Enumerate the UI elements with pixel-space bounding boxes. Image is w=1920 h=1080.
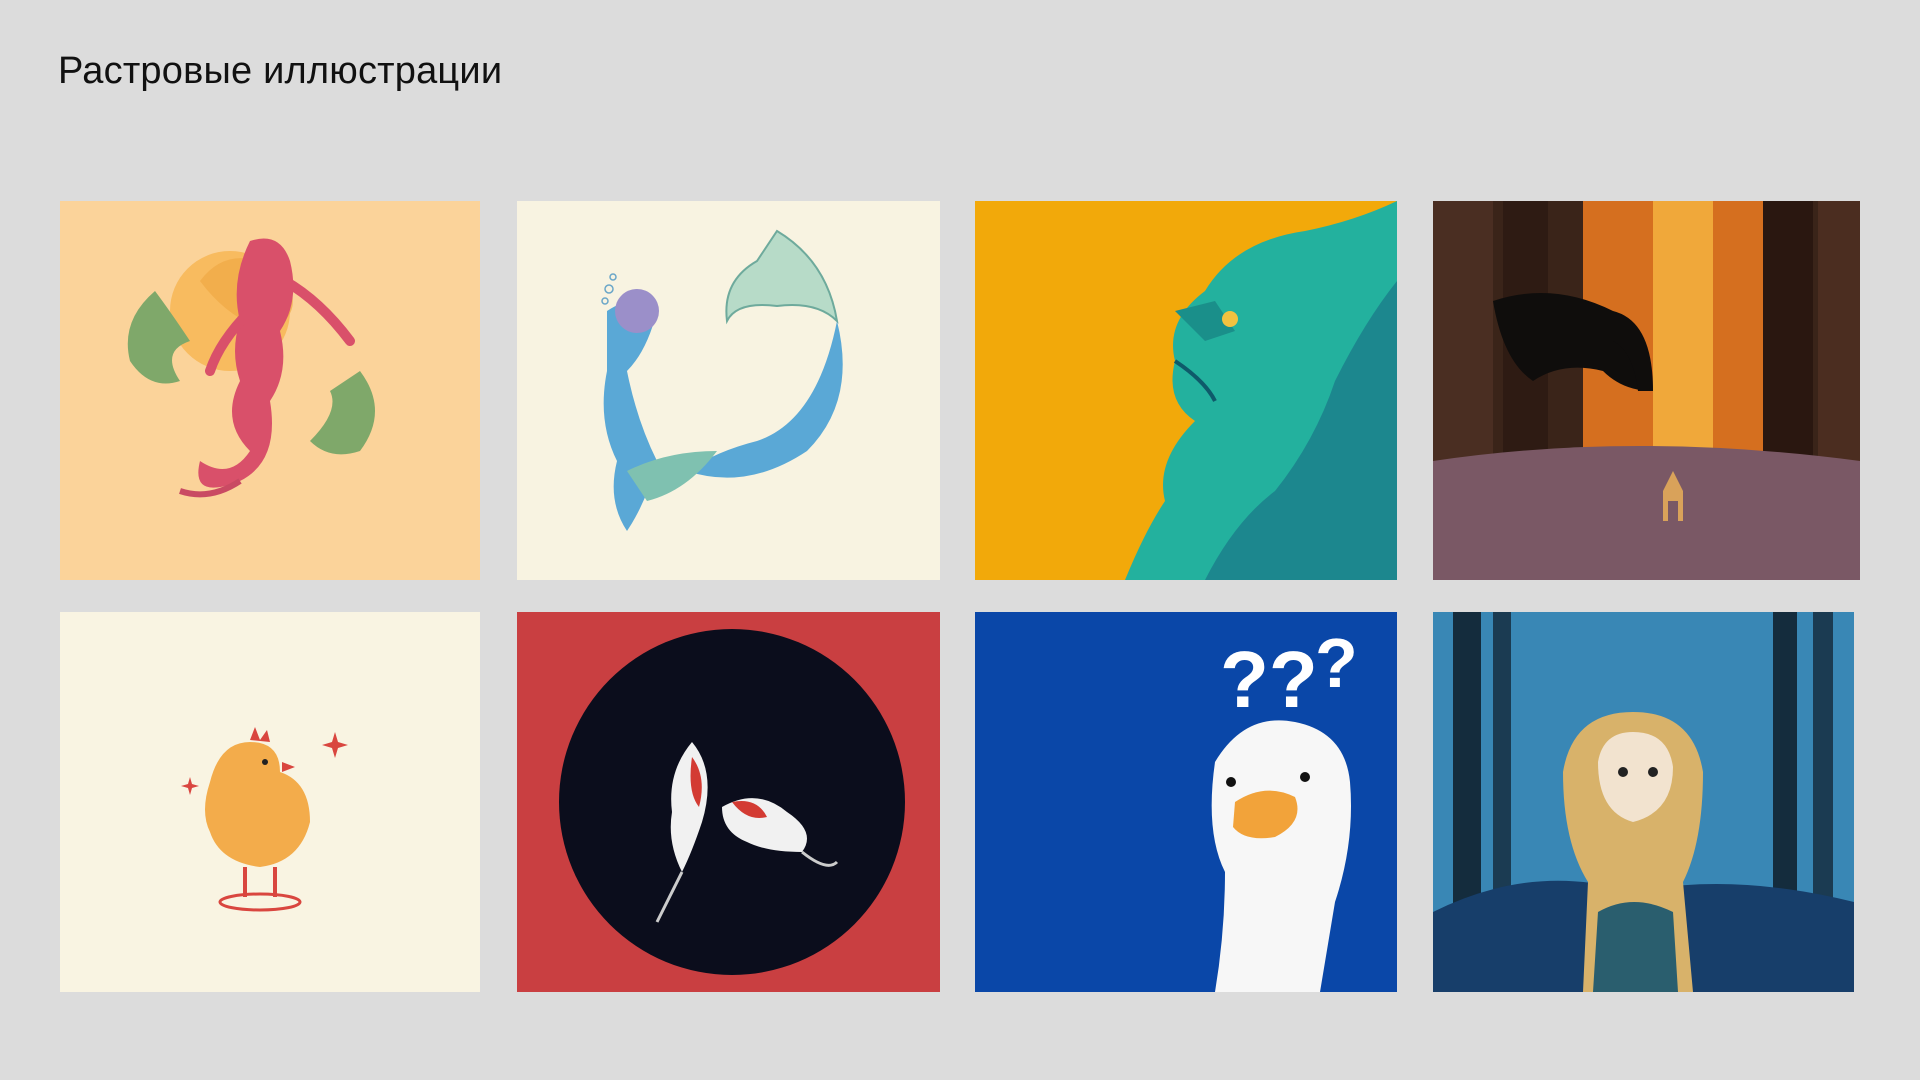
girl-in-blue-forest-illustration-icon xyxy=(1433,612,1854,992)
svg-text:?: ? xyxy=(1315,624,1358,702)
koi-fish-illustration-icon xyxy=(517,612,940,992)
svg-text:??: ?? xyxy=(1220,635,1318,724)
wolf-and-fawn-forest-illustration-icon xyxy=(1433,201,1860,580)
illustration-koi[interactable] xyxy=(517,612,940,992)
illustration-girl-forest[interactable] xyxy=(1433,612,1854,992)
blue-merman-illustration-icon xyxy=(517,201,940,580)
illustration-lion[interactable] xyxy=(975,201,1397,580)
page-title: Растровые иллюстрации xyxy=(58,50,503,92)
chicken-illustration-icon xyxy=(60,612,480,992)
illustration-merman[interactable] xyxy=(517,201,940,580)
illustration-chicken[interactable] xyxy=(60,612,480,992)
illustration-wolf-fawn[interactable] xyxy=(1433,201,1860,580)
illustration-mermaid[interactable] xyxy=(60,201,480,580)
illustration-goose[interactable]: ?? ? xyxy=(975,612,1397,992)
mermaid-illustration-icon xyxy=(60,201,480,580)
goose-question-illustration-icon: ?? ? xyxy=(975,612,1397,992)
teal-lion-illustration-icon xyxy=(975,201,1397,580)
